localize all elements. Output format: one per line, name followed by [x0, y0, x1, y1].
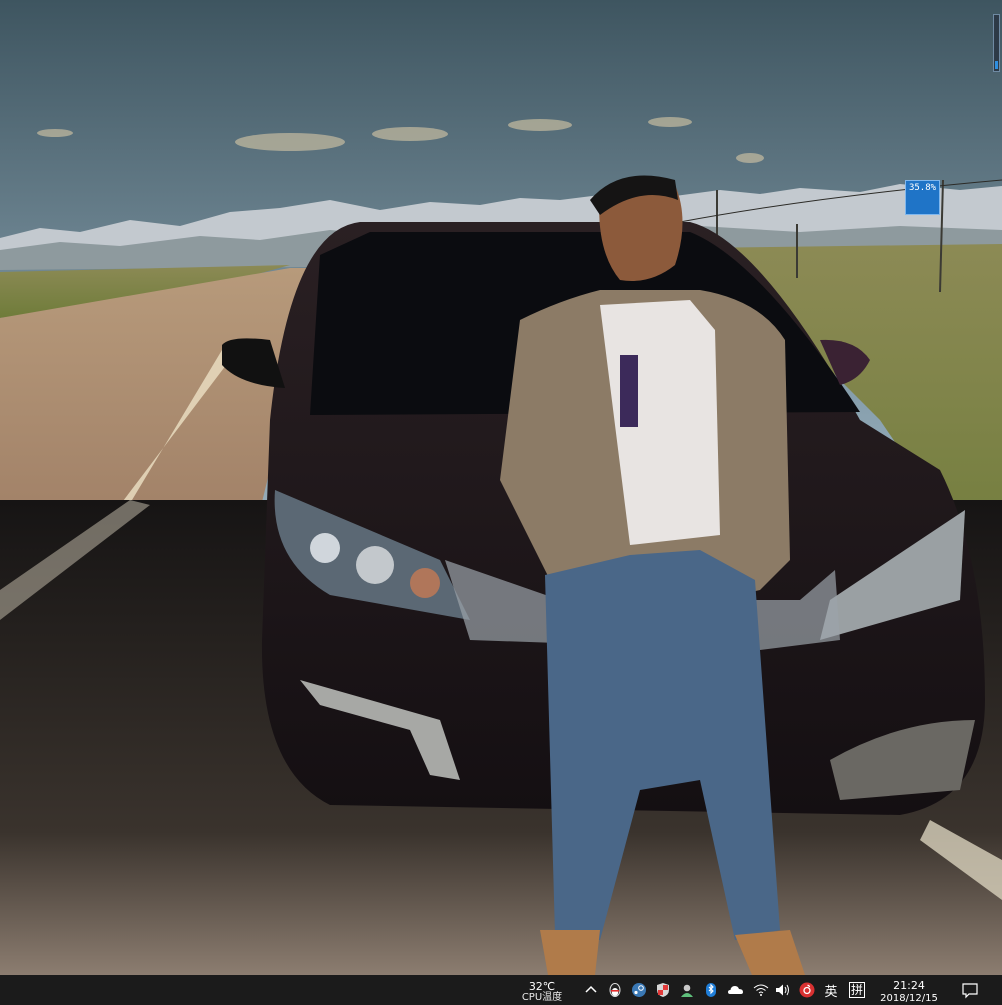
- ime-language-label: 英: [824, 984, 838, 1000]
- chevron-up-icon[interactable]: [580, 975, 602, 1005]
- action-center-icon[interactable]: [958, 975, 982, 1005]
- onedrive-cloud-icon[interactable]: [724, 975, 748, 1005]
- network-usage-widget[interactable]: 35.8%: [905, 180, 940, 215]
- cpu-temperature-value: 32℃: [528, 979, 556, 993]
- taskbar: 32℃ CPU温度 英 拼 21:24 2018/12/15: [0, 975, 1002, 1005]
- clock-time: 21:24: [893, 978, 925, 992]
- wifi-icon[interactable]: [750, 975, 772, 1005]
- desktop-wallpaper: [0, 0, 1002, 975]
- taskbar-clock[interactable]: 21:24 2018/12/15: [868, 975, 950, 1005]
- user-app-icon[interactable]: [676, 975, 698, 1005]
- netease-music-icon[interactable]: [796, 975, 818, 1005]
- security-shield-icon[interactable]: [652, 975, 674, 1005]
- edge-handle-indicator: [995, 61, 998, 69]
- edge-dock-handle[interactable]: [993, 14, 1000, 72]
- clock-date: 2018/12/15: [880, 992, 938, 1004]
- ime-language-indicator[interactable]: 英: [820, 975, 842, 1005]
- steam-icon[interactable]: [628, 975, 650, 1005]
- bluetooth-icon[interactable]: [700, 975, 722, 1005]
- ime-mode-icon[interactable]: 拼: [846, 975, 868, 1005]
- speaker-icon[interactable]: [772, 975, 794, 1005]
- network-usage-value: 35.8%: [908, 183, 937, 193]
- cpu-temperature-label: CPU温度: [521, 991, 563, 1003]
- ime-mode-glyph: 拼: [848, 982, 865, 998]
- cpu-temperature-widget[interactable]: 32℃ CPU温度: [510, 975, 574, 1005]
- qq-penguin-icon[interactable]: [604, 975, 626, 1005]
